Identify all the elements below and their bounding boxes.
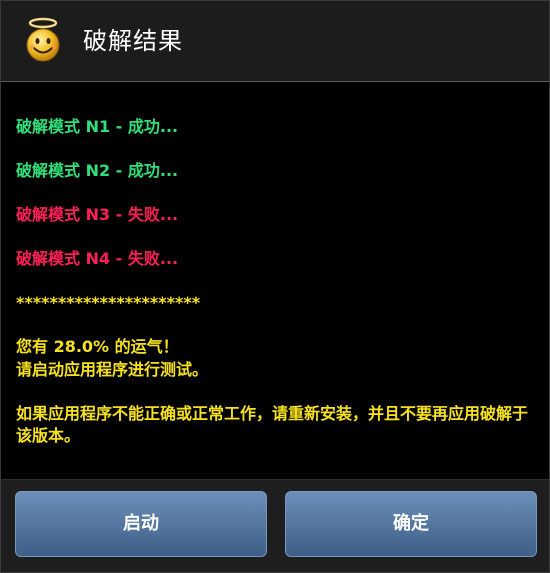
result-line-n2: 破解模式 N2 - 成功... [16,161,179,180]
angel-smiley-icon [26,17,60,62]
result-line-n1: 破解模式 N1 - 成功... [16,117,179,136]
confirm-button[interactable]: 确定 [285,491,537,557]
crack-result-dialog: 破解结果 破解模式 N1 - 成功... 破解模式 N2 - 成功... 破解模… [0,0,550,573]
dialog-button-bar: 启动 确定 [1,479,549,572]
dialog-title: 破解结果 [83,27,183,55]
instruction-text: 请启动应用程序进行测试。 [16,360,209,379]
separator-line: ********************** [16,293,201,312]
warning-text: 如果应用程序不能正确或正常工作，请重新安装，并且不要再应用破解于该版本。 [16,404,529,445]
result-line-n4: 破解模式 N4 - 失败... [16,249,179,268]
result-line-n3: 破解模式 N3 - 失败... [16,205,179,224]
dialog-title-bar: 破解结果 [1,1,549,82]
luck-text: 您有 28.0% 的运气！ [16,337,179,356]
launch-button[interactable]: 启动 [15,491,267,557]
